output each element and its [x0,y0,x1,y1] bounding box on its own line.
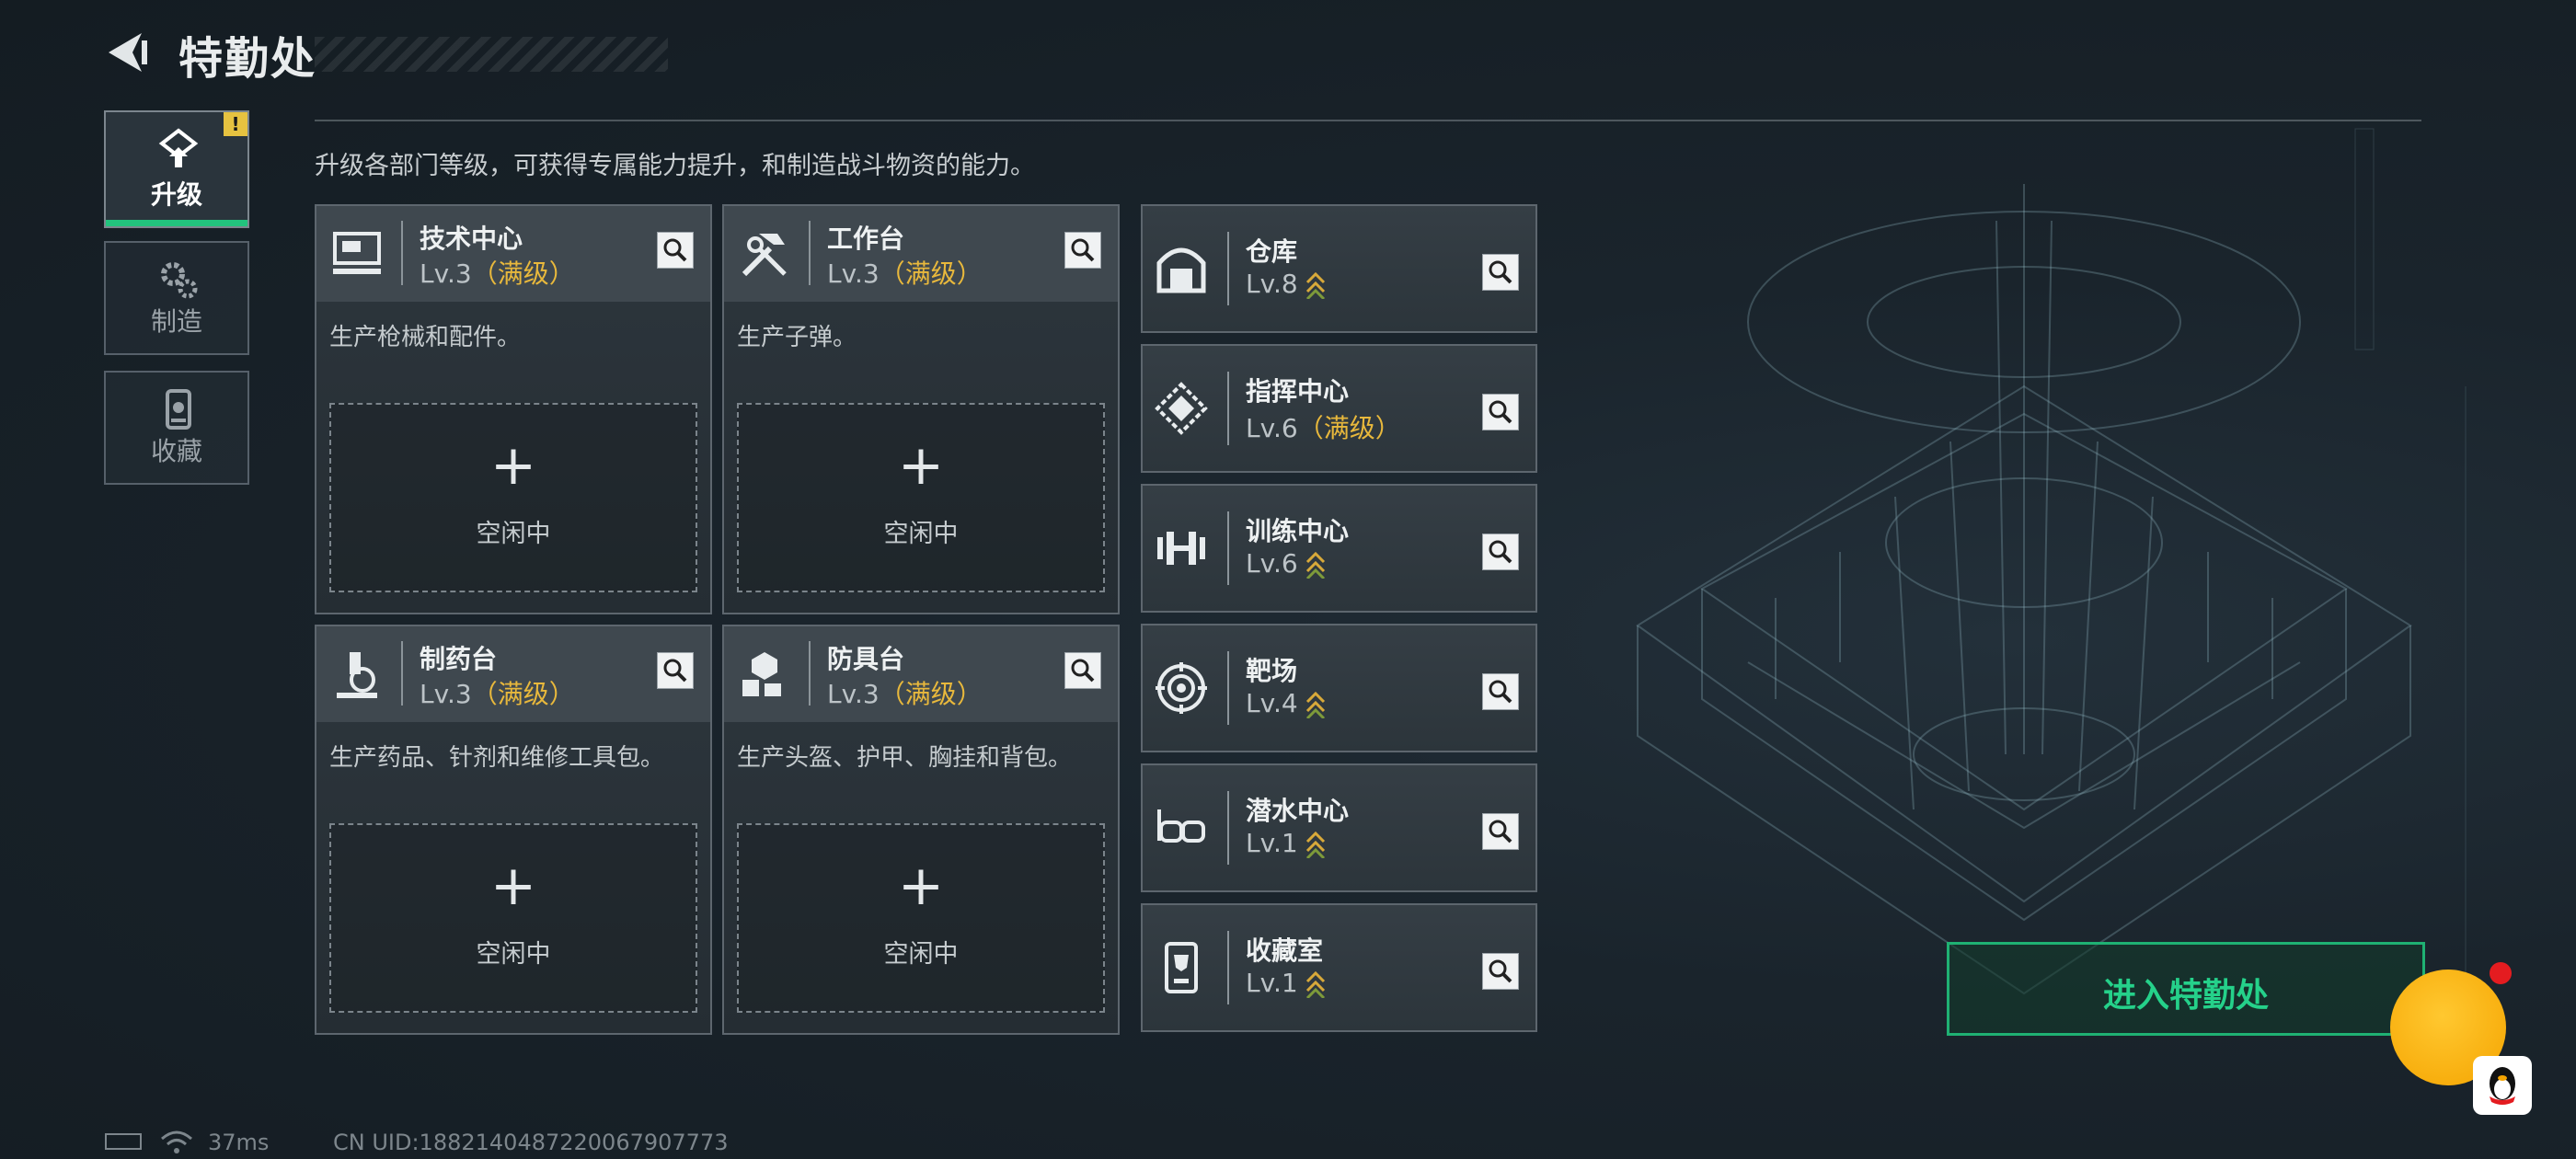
sidebar-item-craft[interactable]: 制造 [104,241,249,355]
upgrade-available-icon [1305,831,1325,858]
workshop-description: 生产枪械和配件。 [329,324,522,351]
sidebar-item-label: 制造 [150,306,202,337]
workshop-description: 生产子弹。 [737,324,857,351]
armor-icon [742,652,781,696]
facility-level: Lv.1 [1246,968,1326,998]
search-icon[interactable] [657,232,694,269]
enter-base-button[interactable]: 进入特勤处 [1947,942,2425,1036]
facility-card-training-center[interactable]: 训练中心 Lv.6 [1141,484,1537,613]
facility-level: Lv.6 [1246,548,1326,579]
workshop-name: 防具台 [827,644,905,674]
slot-status: 空闲中 [476,940,551,969]
tools-icon [742,234,787,277]
plus-icon: + [489,433,537,498]
battery-icon [105,1133,142,1150]
sidebar-item-label: 升级 [150,179,202,210]
search-icon[interactable] [1482,813,1519,850]
user-uid: CN UID:1882140487220067907773 [333,1130,729,1155]
sidebar-item-collection[interactable]: 收藏 [104,371,249,485]
search-icon[interactable] [1482,534,1519,570]
back-arrow-icon[interactable] [101,28,151,77]
workshop-level: Lv.3（满级） [827,258,983,289]
search-icon[interactable] [1482,673,1519,710]
workshop-card-tech-center[interactable]: 技术中心 Lv.3（满级） 生产枪械和配件。 + 空闲中 [315,204,712,614]
workshop-card-workbench[interactable]: 工作台 Lv.3（满级） 生产子弹。 + 空闲中 [722,204,1120,614]
facility-name: 收藏室 [1246,935,1324,966]
enter-button-label: 进入特勤处 [2102,977,2269,1015]
search-icon[interactable] [1482,953,1519,990]
collection-icon [166,389,191,430]
upgrade-available-icon [1305,551,1325,579]
facility-card-command-center[interactable]: 指挥中心 Lv.6（满级） [1141,344,1537,473]
upgrade-available-icon [1305,691,1325,718]
facility-name: 训练中心 [1246,516,1350,546]
alert-badge: ! [224,112,247,136]
facility-name: 仓库 [1246,236,1298,267]
page-title: 特勤处 [178,33,317,85]
workshop-level: Lv.3（满级） [420,258,575,289]
warehouse-icon [1156,247,1206,293]
trophy-icon [1165,942,1198,993]
search-icon[interactable] [1482,394,1519,430]
workshop-description: 生产药品、针剂和维修工具包。 [329,744,665,772]
upgrade-available-icon [1305,970,1325,998]
facility-level: Lv.6（满级） [1246,413,1401,443]
search-icon[interactable] [1482,254,1519,291]
workshop-description: 生产头盔、护甲、胸挂和背包。 [737,744,1073,772]
dumbbell-icon [1157,532,1205,565]
workshop-name: 工作台 [827,224,905,254]
workshop-name: 技术中心 [420,224,523,254]
upgrade-icon [158,128,199,167]
search-icon[interactable] [1064,232,1101,269]
facility-name: 指挥中心 [1246,376,1350,407]
workshop-name: 制药台 [420,644,498,674]
header: 特勤处 [101,20,668,85]
facility-card-shooting-range[interactable]: 靶场 Lv.4 [1141,624,1537,752]
status-bar: 37ms CN UID:1882140487220067907773 [105,1130,841,1157]
wifi-icon [161,1130,192,1153]
idle-slot[interactable]: + 空闲中 [737,823,1105,1013]
slot-status: 空闲中 [476,520,551,548]
sidebar-item-upgrade[interactable]: 升级 ! [104,110,249,228]
search-icon[interactable] [657,652,694,689]
plus-icon: + [897,433,945,498]
workshop-card-armor-bench[interactable]: 防具台 Lv.3（满级） 生产头盔、护甲、胸挂和背包。 + 空闲中 [722,625,1120,1035]
idle-slot[interactable]: + 空闲中 [329,403,697,592]
diving-mask-icon [1157,809,1205,843]
facility-name: 靶场 [1246,656,1298,686]
sidebar-item-label: 收藏 [150,436,202,466]
workshop-card-pharmacy[interactable]: 制药台 Lv.3（满级） 生产药品、针剂和维修工具包。 + 空闲中 [315,625,712,1035]
qq-penguin-icon[interactable] [2473,1056,2532,1115]
search-icon[interactable] [1064,652,1101,689]
idle-slot[interactable]: + 空闲中 [329,823,697,1013]
upgrade-available-icon [1305,271,1325,299]
workshop-level: Lv.3（满级） [827,679,983,709]
slot-status: 空闲中 [883,520,959,548]
target-icon [1156,662,1207,714]
computer-icon [333,232,381,274]
notification-dot [2490,962,2512,984]
plus-icon: + [489,854,537,918]
facility-card-diving-center[interactable]: 潜水中心 Lv.1 [1141,763,1537,892]
facility-name: 潜水中心 [1246,796,1350,826]
title-decoration [315,37,668,72]
divider [315,120,2421,121]
slot-status: 空闲中 [883,940,959,969]
microscope-icon [337,652,377,698]
plus-icon: + [897,854,945,918]
workshop-level: Lv.3（满级） [420,679,575,709]
ping-readout: 37ms [208,1130,270,1155]
facility-level: Lv.4 [1246,688,1326,718]
gears-icon [161,262,198,299]
facility-card-warehouse[interactable]: 仓库 Lv.8 [1141,204,1537,333]
command-icon [1155,382,1208,435]
base-hologram-illustration [1636,128,2467,1021]
facility-level: Lv.8 [1246,269,1326,299]
active-indicator [106,220,247,226]
facility-card-collection-room[interactable]: 收藏室 Lv.1 [1141,903,1537,1032]
idle-slot[interactable]: + 空闲中 [737,403,1105,592]
section-description: 升级各部门等级，可获得专属能力提升，和制造战斗物资的能力。 [315,152,1035,180]
facility-level: Lv.1 [1246,828,1326,858]
